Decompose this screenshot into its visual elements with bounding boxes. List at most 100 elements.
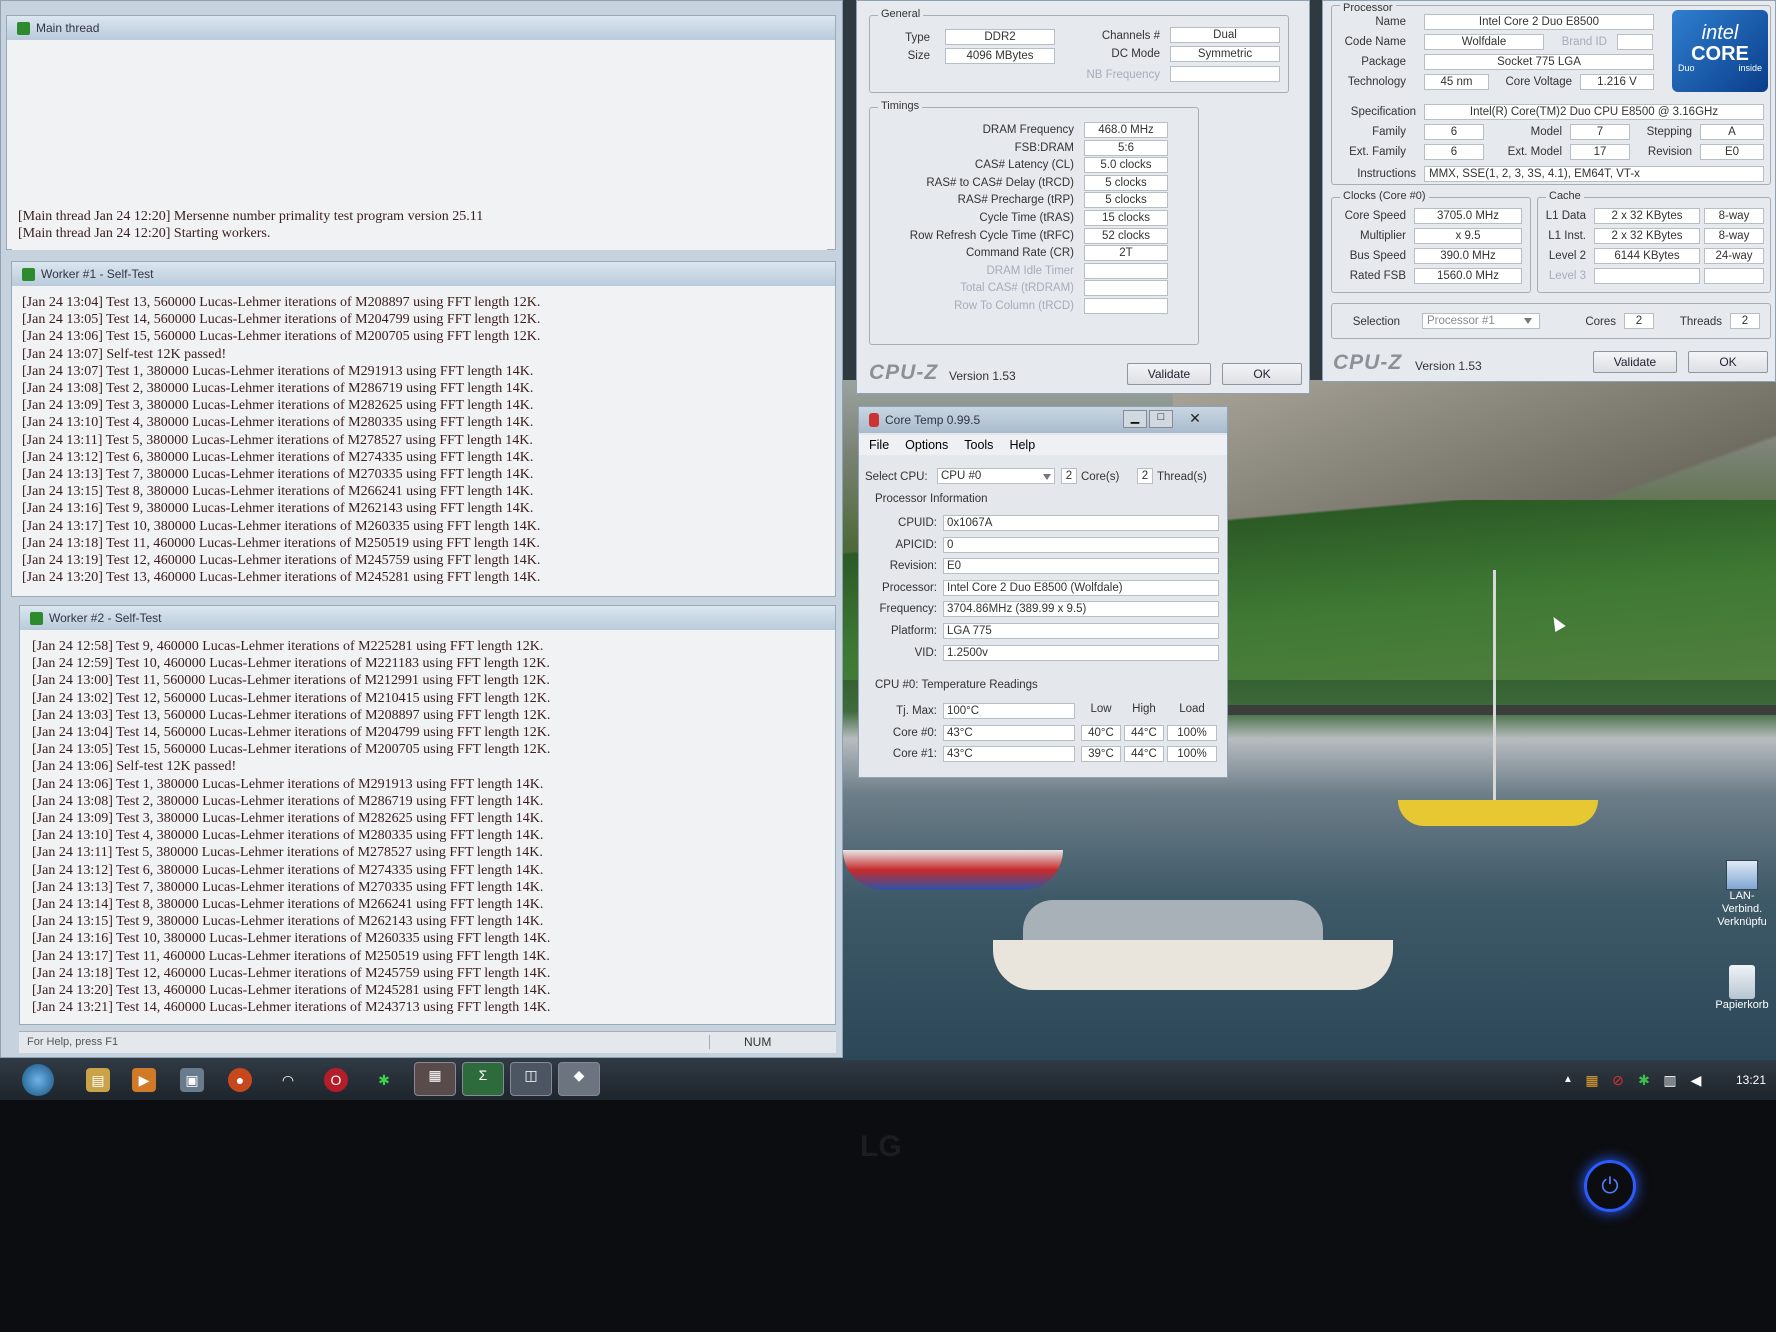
log-line: [Jan 24 13:20] Test 13, 460000 Lucas-Leh… (32, 983, 551, 999)
media-player-icon[interactable]: ▶ (132, 1068, 156, 1092)
main-thread-log: [Main thread Jan 24 12:20] Mersenne numb… (12, 206, 827, 250)
log-line: [Jan 24 13:16] Test 10, 380000 Lucas-Leh… (32, 931, 551, 947)
info-label: CPUID: (898, 517, 937, 529)
core-label: Core #1: (892, 748, 937, 760)
prime95-icon (30, 611, 43, 625)
log-line: [Jan 24 13:16] Test 9, 380000 Lucas-Lehm… (22, 501, 534, 517)
asterisk-app-icon[interactable]: ✱ (372, 1068, 396, 1092)
info-value: 3704.86MHz (389.99 x 9.5) (943, 601, 1219, 618)
cpuz-taskbar-icon[interactable]: ▦ (414, 1062, 456, 1096)
log-line: [Jan 24 13:05] Test 14, 560000 Lucas-Leh… (22, 312, 541, 328)
log-line: [Jan 24 13:09] Test 3, 380000 Lucas-Lehm… (22, 398, 534, 414)
info-value: 1.2500v (943, 644, 1219, 661)
chevron-down-icon[interactable] (1043, 474, 1051, 480)
core-load: 100% (1167, 746, 1217, 762)
prime95-icon (17, 21, 30, 35)
log-line: [Jan 24 13:20] Test 13, 460000 Lucas-Leh… (22, 570, 541, 586)
log-line: [Jan 24 13:18] Test 12, 460000 Lucas-Leh… (32, 965, 551, 981)
info-value: LGA 775 (943, 623, 1219, 639)
main-thread-titlebar[interactable]: Main thread (7, 16, 835, 40)
timing-value: 5 clocks (1084, 192, 1168, 209)
tray-expand-icon[interactable]: ▲ (1556, 1068, 1580, 1092)
log-line: [Jan 24 13:15] Test 9, 380000 Lucas-Lehm… (32, 914, 544, 930)
log-line: [Jan 24 12:59] Test 10, 460000 Lucas-Leh… (32, 656, 550, 672)
wifi-icon[interactable]: ◠ (276, 1068, 300, 1092)
worker2-panel: Worker #2 - Self-Test [Jan 24 12:58] Tes… (19, 605, 836, 1025)
power-button-icon[interactable]: ⏻ (1584, 1160, 1636, 1212)
timing-label: FSB:DRAM (1014, 141, 1074, 154)
info-value: 0 (943, 536, 1219, 553)
tray-app-icon[interactable]: ✱ (1632, 1068, 1656, 1092)
timing-value: 2T (1084, 245, 1168, 262)
minimize-button[interactable]: ▁ (1123, 410, 1147, 428)
close-button[interactable]: ✕ (1175, 410, 1215, 428)
opera-icon[interactable]: O (324, 1068, 348, 1092)
clock[interactable]: 13:21 (1736, 1073, 1766, 1087)
firefox-icon[interactable]: ● (228, 1068, 252, 1092)
cache-group: Cache L1 Data 2 x 32 KBytes 8-way L1 Ins… (1537, 190, 1771, 293)
log-line: [Jan 24 13:04] Test 13, 560000 Lucas-Leh… (22, 295, 541, 310)
prime95-taskbar-icon[interactable]: Σ (462, 1062, 504, 1096)
validate-button[interactable]: Validate (1127, 363, 1211, 385)
processor-group: Processor Name Intel Core 2 Duo E8500 Co… (1331, 2, 1771, 185)
taskbar: ▤ ▶ ▣ ● ◠ O ✱ ▦ Σ ◫ ◆ ▲ ▦ ⊘ ✱ ▥ ◀ 13:21 (0, 1060, 1776, 1100)
app-taskbar-icon[interactable]: ◆ (558, 1062, 600, 1096)
prime95-window: Main thread [Main thread Jan 24 12:20] M… (0, 0, 843, 1058)
worker1-titlebar[interactable]: Worker #1 - Self-Test (12, 262, 835, 286)
volume-icon[interactable]: ◀ (1684, 1068, 1708, 1092)
tray-network-icon[interactable]: ▥ (1658, 1068, 1682, 1092)
validate-button[interactable]: Validate (1593, 351, 1677, 373)
log-line: [Jan 24 13:07] Test 1, 380000 Lucas-Lehm… (22, 363, 534, 379)
coretemp-window: Core Temp 0.99.5 ▁ □ ✕ File Options Tool… (858, 406, 1228, 778)
processor-select[interactable]: Processor #1 (1422, 313, 1540, 329)
core-low: 39°C (1081, 746, 1121, 762)
info-label: VID: (914, 646, 937, 659)
ok-button[interactable]: OK (1688, 351, 1768, 373)
log-line: [Jan 24 13:05] Test 15, 560000 Lucas-Leh… (32, 742, 551, 758)
chevron-down-icon[interactable] (1524, 318, 1532, 324)
recycle-bin-icon (1729, 965, 1755, 999)
menu-file[interactable]: File (869, 438, 889, 452)
start-button[interactable] (22, 1064, 54, 1096)
worker2-titlebar[interactable]: Worker #2 - Self-Test (20, 606, 835, 630)
info-value: Intel Core 2 Duo E8500 (Wolfdale) (943, 579, 1219, 596)
memory-timings-group: Timings DRAM Frequency 468.0 MHz FSB:DRAM 5… (869, 100, 1199, 345)
desktop-screen: LAN-Verbind. Verknüpfu Papierkorb Main t… (0, 0, 1776, 1100)
log-line: [Jan 24 13:13] Test 7, 380000 Lucas-Lehm… (32, 879, 544, 895)
desktop-icon-lan[interactable]: LAN-Verbind. Verknüpfu (1712, 860, 1772, 929)
timing-label: Row To Column (tRCD) (954, 300, 1074, 312)
info-label: Platform: (890, 625, 937, 637)
monitor-bezel: LG ⏻ (0, 1100, 1776, 1332)
maximize-button[interactable]: □ (1149, 410, 1173, 428)
explorer-icon[interactable]: ▤ (86, 1068, 110, 1092)
timing-value: 5.0 clocks (1084, 157, 1168, 174)
log-line: [Jan 24 13:06] Self-test 12K passed! (32, 759, 237, 775)
log-line: [Jan 24 13:19] Test 12, 460000 Lucas-Leh… (22, 553, 541, 569)
log-line: [Jan 24 13:18] Test 11, 460000 Lucas-Leh… (22, 535, 540, 551)
cpu-select[interactable]: CPU #0 (937, 468, 1055, 484)
log-line: [Jan 24 13:21] Test 14, 460000 Lucas-Leh… (32, 1000, 551, 1016)
cpuz-logo: CPU-Z (869, 361, 939, 384)
log-line: [Jan 24 13:17] Test 11, 460000 Lucas-Leh… (32, 948, 550, 964)
intel-core2-duo-badge: intel CORE Duo inside (1672, 10, 1768, 92)
tray-grid-icon[interactable]: ▦ (1580, 1068, 1604, 1092)
timing-label: CAS# Latency (CL) (974, 159, 1074, 172)
log-line: [Jan 24 13:12] Test 6, 380000 Lucas-Lehm… (22, 449, 534, 465)
worker2-log: [Jan 24 12:58] Test 9, 460000 Lucas-Lehm… (26, 636, 831, 1024)
clocks-group: Clocks (Core #0) Core Speed 3705.0 MHz M… (1331, 190, 1531, 293)
log-line: [Jan 24 13:02] Test 12, 560000 Lucas-Leh… (32, 690, 551, 706)
menu-help[interactable]: Help (1009, 438, 1035, 452)
tray-antivirus-icon[interactable]: ⊘ (1606, 1068, 1630, 1092)
ok-button[interactable]: OK (1222, 363, 1302, 385)
log-line: [Jan 24 13:10] Test 4, 380000 Lucas-Lehm… (32, 828, 544, 844)
worker1-panel: Worker #1 - Self-Test [Jan 24 13:04] Tes… (11, 261, 836, 597)
selection-group: Selection Processor #1 Cores 2 Threads 2 (1331, 303, 1771, 339)
log-line: [Jan 24 13:11] Test 5, 380000 Lucas-Lehm… (22, 432, 533, 448)
menu-tools[interactable]: Tools (964, 438, 993, 452)
coretemp-taskbar-icon[interactable]: ◫ (510, 1062, 552, 1096)
desktop-icon-recycle-bin[interactable]: Papierkorb (1712, 965, 1772, 1011)
menu-options[interactable]: Options (905, 438, 948, 452)
timing-label: DRAM Frequency (982, 124, 1074, 136)
app-icon[interactable]: ▣ (180, 1068, 204, 1092)
timing-label: Command Rate (CR) (966, 247, 1074, 260)
